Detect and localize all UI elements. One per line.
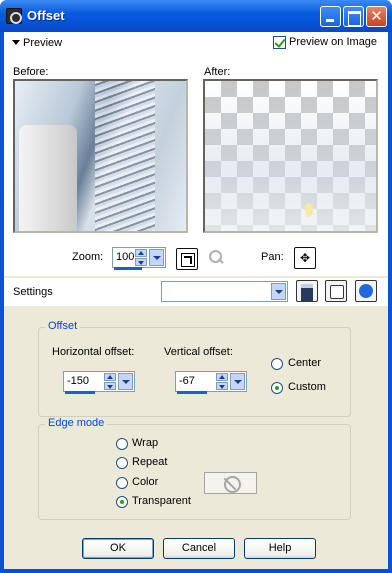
close-icon: ✕ bbox=[370, 7, 383, 25]
zoom-spinbox[interactable]: 100 bbox=[112, 247, 166, 270]
offset-group: Offset Horizontal offset: Vertical offse… bbox=[38, 320, 351, 417]
no-color-icon[interactable] bbox=[204, 472, 257, 494]
offset-group-title: Offset bbox=[45, 320, 81, 332]
vertical-offset-slider-bar[interactable] bbox=[177, 391, 207, 394]
offset-app-icon bbox=[6, 8, 22, 24]
zoom-slider-bar[interactable] bbox=[114, 267, 142, 270]
center-radio[interactable] bbox=[271, 358, 283, 370]
offset-image-overlay bbox=[205, 81, 376, 231]
candle-image bbox=[19, 125, 77, 231]
reset-button[interactable] bbox=[355, 280, 377, 302]
before-preview-pane[interactable] bbox=[13, 79, 188, 233]
horizontal-offset-spinbox[interactable]: -150 bbox=[63, 371, 135, 394]
spin-down-icon[interactable] bbox=[104, 382, 116, 390]
zoom-spin-arrows[interactable] bbox=[135, 249, 147, 266]
after-preview-pane[interactable] bbox=[203, 79, 378, 233]
vertical-offset-dropdown[interactable] bbox=[230, 373, 245, 390]
zoom-label: Zoom: bbox=[72, 251, 104, 263]
save-preset-button[interactable] bbox=[296, 280, 318, 302]
horizontal-spin-arrows[interactable] bbox=[104, 373, 116, 390]
spin-down-icon[interactable] bbox=[135, 258, 147, 266]
window-frame-bottom bbox=[0, 569, 392, 573]
preview-header: Preview Preview on Image bbox=[4, 32, 388, 54]
dialog-body: Preview Preview on Image Before: After: … bbox=[4, 32, 388, 569]
settings-preset-dropdown[interactable] bbox=[161, 281, 288, 302]
title-bar[interactable]: Offset ✕ bbox=[0, 0, 392, 32]
preview-on-image-checkbox[interactable] bbox=[273, 36, 286, 49]
spin-down-icon[interactable] bbox=[216, 382, 228, 390]
horizontal-offset-value[interactable]: -150 bbox=[67, 375, 89, 387]
fit-to-window-button[interactable] bbox=[176, 248, 198, 270]
custom-radio[interactable] bbox=[271, 382, 283, 394]
candle-flame-image bbox=[305, 203, 313, 217]
edge-mode-group-title: Edge mode bbox=[45, 417, 108, 429]
transparent-radio-label[interactable]: Transparent bbox=[132, 495, 191, 507]
transparent-radio[interactable] bbox=[116, 496, 128, 508]
vertical-spin-arrows[interactable] bbox=[216, 373, 228, 390]
preview-area: Before: After: Zoom: 100 Pan: ✥ bbox=[4, 54, 388, 276]
before-label: Before: bbox=[13, 66, 49, 78]
repeat-radio-label[interactable]: Repeat bbox=[132, 456, 167, 468]
vertical-offset-label: Vertical offset: bbox=[164, 346, 233, 358]
edge-mode-group: Edge mode Wrap Repeat Color Transparent bbox=[38, 417, 351, 520]
spin-up-icon[interactable] bbox=[104, 373, 116, 381]
randomize-dice-button[interactable] bbox=[325, 280, 347, 302]
horizontal-offset-dropdown[interactable] bbox=[118, 373, 133, 390]
vertical-offset-value[interactable]: -67 bbox=[179, 375, 195, 387]
ok-button[interactable]: OK bbox=[82, 538, 154, 559]
wrap-radio-label[interactable]: Wrap bbox=[132, 437, 158, 449]
color-radio[interactable] bbox=[116, 477, 128, 489]
wrap-radio[interactable] bbox=[116, 438, 128, 450]
zoom-dropdown-button[interactable] bbox=[149, 249, 164, 266]
preview-on-image-label[interactable]: Preview on Image bbox=[289, 36, 377, 48]
zoom-value[interactable]: 100 bbox=[116, 251, 134, 263]
vertical-offset-spinbox[interactable]: -67 bbox=[175, 371, 247, 394]
center-radio-label[interactable]: Center bbox=[288, 357, 321, 369]
color-radio-label[interactable]: Color bbox=[132, 476, 158, 488]
minimize-button[interactable] bbox=[320, 6, 341, 27]
settings-bar: Settings bbox=[4, 278, 388, 306]
horizontal-offset-slider-bar[interactable] bbox=[65, 391, 95, 394]
magnifier-icon[interactable] bbox=[205, 247, 227, 269]
pan-label: Pan: bbox=[261, 251, 284, 263]
spin-up-icon[interactable] bbox=[135, 249, 147, 257]
help-button[interactable]: Help bbox=[244, 538, 316, 559]
pan-cross-icon: ✥ bbox=[299, 251, 311, 265]
pan-button[interactable]: ✥ bbox=[294, 247, 316, 269]
custom-radio-label[interactable]: Custom bbox=[288, 381, 326, 393]
repeat-radio[interactable] bbox=[116, 457, 128, 469]
maximize-button[interactable] bbox=[343, 6, 364, 27]
offset-dialog: Offset ✕ Preview Preview on Image Before… bbox=[0, 0, 392, 573]
window-title: Offset bbox=[27, 8, 65, 23]
spin-up-icon[interactable] bbox=[216, 373, 228, 381]
horizontal-offset-label: Horizontal offset: bbox=[52, 346, 135, 358]
after-label: After: bbox=[204, 66, 231, 78]
chevron-down-icon[interactable] bbox=[271, 283, 286, 300]
preview-toggle-label: Preview bbox=[23, 37, 63, 49]
close-button[interactable]: ✕ bbox=[366, 6, 387, 27]
frosted-tree-image bbox=[95, 81, 155, 231]
preview-toggle[interactable]: Preview bbox=[12, 37, 62, 49]
collapse-triangle-icon bbox=[12, 40, 20, 45]
settings-label: Settings bbox=[13, 286, 53, 298]
cancel-button[interactable]: Cancel bbox=[163, 538, 235, 559]
